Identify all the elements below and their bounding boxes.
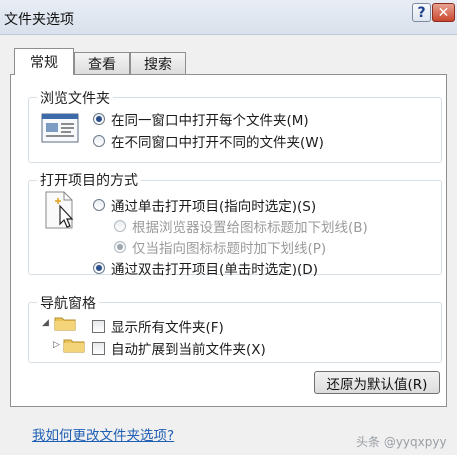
option-label: 仅当指向图标标题时加下划线(P) (132, 241, 327, 257)
folder-icon (54, 317, 76, 331)
radio-button[interactable] (93, 135, 105, 147)
tab-label: 常规 (30, 55, 58, 71)
option-label: 在不同窗口中打开不同的文件夹(W) (111, 135, 324, 151)
radio-button[interactable] (93, 199, 105, 211)
help-link[interactable]: 我如何更改文件夹选项? (32, 424, 174, 444)
browse-folders-title: 浏览文件夹 (37, 88, 113, 108)
option-label: 通过双击打开项目(单击时选定)(D) (111, 262, 318, 278)
restore-defaults-button[interactable]: 还原为默认值(R) (314, 371, 440, 394)
help-button[interactable]: ? (412, 3, 431, 22)
radio-button (114, 220, 126, 232)
browse-same-window-option[interactable]: 在同一窗口中打开每个文件夹(M) (93, 109, 309, 129)
document-pointer-icon (45, 191, 74, 229)
auto-expand-option[interactable]: 自动扩展到当前文件夹(X) (92, 338, 266, 358)
expand-triangle-icon: ▷ (53, 340, 60, 350)
show-all-folders-option[interactable]: 显示所有文件夹(F) (92, 316, 224, 336)
option-label: 在同一窗口中打开每个文件夹(M) (111, 113, 309, 129)
window-title: 文件夹选项 (4, 12, 74, 28)
browse-new-window-option[interactable]: 在不同窗口中打开不同的文件夹(W) (93, 131, 324, 151)
folder-icon (63, 339, 85, 353)
option-label: 显示所有文件夹(F) (111, 320, 224, 336)
tab-label: 搜索 (144, 57, 172, 73)
radio-button[interactable] (93, 113, 105, 125)
single-click-option[interactable]: 通过单击打开项目(指向时选定)(S) (93, 195, 316, 215)
click-items-title: 打开项目的方式 (37, 170, 141, 190)
watermark: 头条 @yyqxpyy (356, 435, 447, 449)
question-icon: ? (417, 4, 426, 21)
double-click-option[interactable]: 通过双击打开项目(单击时选定)(D) (93, 258, 318, 278)
button-label: 还原为默认值(R) (326, 376, 428, 393)
window-layout-icon (41, 113, 79, 143)
tab-search[interactable]: 搜索 (130, 52, 186, 75)
option-label: 自动扩展到当前文件夹(X) (111, 342, 266, 358)
option-label: 根据浏览器设置给图标标题加下划线(B) (132, 220, 368, 236)
navigation-pane-title: 导航窗格 (37, 293, 99, 313)
underline-browser-option: 根据浏览器设置给图标标题加下划线(B) (114, 216, 368, 236)
option-label: 通过单击打开项目(指向时选定)(S) (111, 199, 317, 215)
close-icon: ✕ (437, 4, 450, 21)
tab-general[interactable]: 常规 (14, 48, 74, 75)
title-bar[interactable]: 文件夹选项 ? ✕ (0, 0, 457, 35)
radio-button[interactable] (93, 262, 105, 274)
close-button[interactable]: ✕ (432, 3, 455, 22)
tab-view[interactable]: 查看 (74, 52, 130, 75)
checkbox[interactable] (92, 319, 105, 333)
radio-button (114, 241, 126, 253)
underline-point-option: 仅当指向图标标题时加下划线(P) (114, 237, 326, 257)
folder-options-dialog: 文件夹选项 ? ✕ 常规 查看 搜索 浏览文件夹 在同一窗口中打开每个文件夹(M… (0, 0, 457, 455)
collapse-triangle-icon: ◢ (42, 318, 49, 328)
checkbox[interactable] (92, 341, 105, 355)
tab-label: 查看 (88, 57, 116, 73)
